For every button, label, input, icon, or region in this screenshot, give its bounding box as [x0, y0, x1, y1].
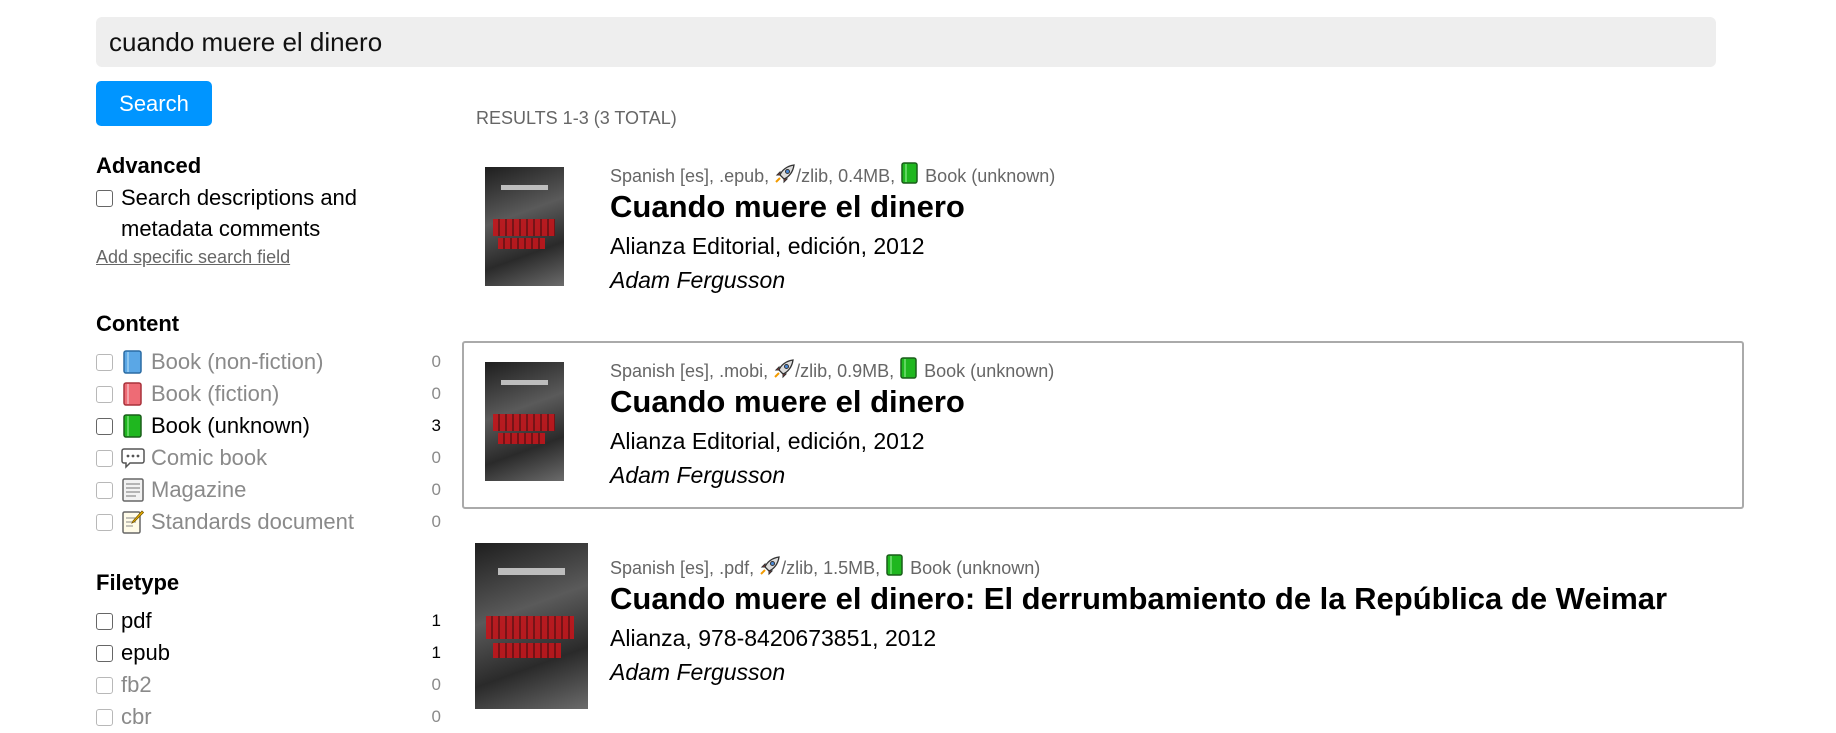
result-title[interactable]: Cuando muere el dinero: El derrumbamient…: [610, 581, 1667, 617]
memo-icon: [121, 510, 145, 534]
facet-filetype-epub[interactable]: epub 1: [96, 637, 441, 669]
result-title[interactable]: Cuando muere el dinero: [610, 384, 965, 420]
facet-filetype-pdf[interactable]: pdf 1: [96, 605, 441, 637]
facet-book-nonfiction[interactable]: Book (non-fiction) 0: [96, 346, 441, 378]
book-cover-image: [485, 362, 564, 481]
content-section-title: Content: [96, 311, 180, 336]
result-author: Adam Fergusson: [610, 659, 786, 685]
green-book-icon: [885, 554, 905, 581]
result-metadata: Spanish [es], .pdf, /zlib, 1.5MB, Book (…: [610, 554, 1040, 581]
facet-checkbox[interactable]: [96, 353, 113, 371]
result-title[interactable]: Cuando muere el dinero: [610, 189, 965, 225]
facet-checkbox[interactable]: [96, 385, 113, 403]
facet-label: cbr: [121, 704, 152, 729]
facet-label: Magazine: [151, 477, 247, 502]
result-publisher: Alianza Editorial, edición, 2012: [610, 233, 925, 259]
facet-book-fiction[interactable]: Book (fiction) 0: [96, 378, 441, 410]
red-book-icon: [121, 382, 145, 406]
facet-checkbox[interactable]: [96, 513, 113, 531]
result-metadata: Spanish [es], .mobi, /zlib, 0.9MB, Book …: [610, 357, 1054, 384]
book-cover-image: [485, 167, 564, 286]
results-count-header: RESULTS 1-3 (3 TOTAL): [476, 108, 677, 128]
facet-standards-document[interactable]: Standards document 0: [96, 506, 441, 538]
facet-count: 0: [431, 707, 441, 726]
result-item[interactable]: Spanish [es], .pdf, /zlib, 1.5MB, Book (…: [462, 540, 1744, 710]
green-book-icon: [900, 162, 920, 189]
result-author: Adam Fergusson: [610, 462, 786, 488]
search-descriptions-checkbox[interactable]: [96, 190, 113, 207]
green-book-icon: [121, 414, 145, 438]
facet-label: pdf: [121, 608, 152, 633]
facet-checkbox[interactable]: [96, 644, 113, 662]
facet-count: 0: [431, 512, 441, 531]
facet-label: Book (unknown): [151, 413, 310, 438]
search-input[interactable]: [96, 17, 1716, 67]
filter-sidebar: Advanced Search descriptions and metadat…: [96, 150, 441, 733]
facet-checkbox[interactable]: [96, 481, 113, 499]
green-book-icon: [899, 357, 919, 384]
rocket-icon: [774, 164, 796, 189]
rocket-icon: [759, 556, 781, 581]
content-facet-list: Book (non-fiction) 0 Book (fiction) 0 Bo…: [96, 346, 441, 538]
facet-count: 1: [431, 611, 441, 630]
facet-label: Book (fiction): [151, 381, 280, 406]
facet-count: 1: [431, 643, 441, 662]
newspaper-icon: [121, 478, 145, 502]
result-publisher: Alianza Editorial, edición, 2012: [610, 428, 925, 454]
facet-book-unknown[interactable]: Book (unknown) 3: [96, 410, 441, 442]
facet-label: Standards document: [151, 509, 355, 534]
rocket-icon: [773, 359, 795, 384]
facet-label: Book (non-fiction): [151, 349, 324, 374]
facet-count: 0: [431, 448, 441, 467]
facet-checkbox[interactable]: [96, 708, 113, 726]
facet-magazine[interactable]: Magazine 0: [96, 474, 441, 506]
blue-book-icon: [121, 350, 145, 374]
facet-count: 0: [431, 384, 441, 403]
facet-filetype-cbr[interactable]: cbr 0: [96, 701, 441, 733]
facet-filetype-fb2[interactable]: fb2 0: [96, 669, 441, 701]
facet-checkbox[interactable]: [96, 676, 113, 694]
search-descriptions-option[interactable]: Search descriptions and metadata comment…: [96, 182, 441, 244]
facet-count: 0: [431, 352, 441, 371]
search-descriptions-label: Search descriptions and metadata comment…: [121, 185, 358, 241]
facet-label: fb2: [121, 672, 152, 697]
result-metadata: Spanish [es], .epub, /zlib, 0.4MB, Book …: [610, 162, 1055, 189]
search-button[interactable]: Search: [96, 81, 212, 126]
facet-label: Comic book: [151, 445, 268, 470]
facet-checkbox[interactable]: [96, 612, 113, 630]
result-item[interactable]: Spanish [es], .mobi, /zlib, 0.9MB, Book …: [462, 341, 1744, 509]
advanced-section-title: Advanced: [96, 153, 202, 178]
book-cover-image: [475, 543, 588, 709]
add-search-field-link[interactable]: Add specific search field: [96, 247, 290, 268]
facet-comic-book[interactable]: Comic book 0: [96, 442, 441, 474]
filetype-facet-list: pdf 1 epub 1 fb2 0 cbr 0: [96, 605, 441, 733]
result-publisher: Alianza, 978-8420673851, 2012: [610, 625, 937, 651]
facet-count: 3: [431, 416, 441, 435]
facet-count: 0: [431, 480, 441, 499]
facet-checkbox[interactable]: [96, 417, 113, 435]
speech-bubble-icon: [121, 447, 145, 469]
facet-count: 0: [431, 675, 441, 694]
filetype-section-title: Filetype: [96, 570, 180, 595]
result-author: Adam Fergusson: [610, 267, 786, 293]
result-item[interactable]: Spanish [es], .epub, /zlib, 0.4MB, Book …: [462, 153, 1744, 293]
facet-label: epub: [121, 640, 170, 665]
facet-checkbox[interactable]: [96, 449, 113, 467]
